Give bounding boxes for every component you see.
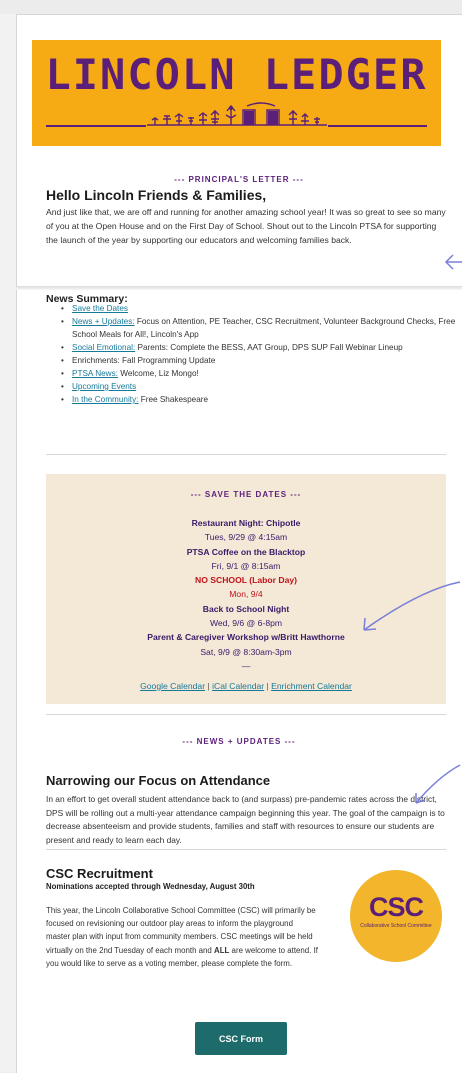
upcoming-events-link[interactable]: Upcoming Events	[72, 382, 136, 391]
greeting-heading: Hello Lincoln Friends & Families,	[46, 187, 267, 203]
divider	[46, 454, 446, 455]
google-calendar-link[interactable]: Google Calendar	[140, 681, 205, 691]
event-date: Mon, 9/4	[229, 589, 263, 600]
event-title: NO SCHOOL (Labor Day)	[194, 575, 298, 586]
list-item: News + Updates: Focus on Attention, PE T…	[61, 315, 462, 341]
save-the-dates-box: --- SAVE THE DATES --- Restaurant Night:…	[46, 474, 446, 704]
newsletter-banner: LINCOLN LEDGER	[32, 40, 441, 146]
principal-letter-heading: --- PRINCIPAL'S LETTER ---	[174, 175, 304, 184]
csc-logo: CSC Collaborative School Committee	[350, 870, 442, 962]
in-the-community-link[interactable]: In the Community:	[72, 395, 138, 404]
list-item: Social Emotional: Parents: Complete the …	[61, 341, 462, 354]
csc-recruitment-heading: CSC Recruitment	[46, 866, 153, 881]
csc-body: This year, the Lincoln Collaborative Sch…	[46, 906, 318, 968]
top-bar	[0, 0, 462, 14]
divider	[46, 714, 446, 715]
enrichment-calendar-link[interactable]: Enrichment Calendar	[271, 681, 352, 691]
list-item: PTSA News: Welcome, Liz Mongo!	[61, 367, 462, 380]
save-the-dates-heading: --- SAVE THE DATES ---	[190, 490, 302, 499]
principal-letter-body: And just like that, we are off and runni…	[46, 207, 446, 245]
event-date: Tues, 9/29 @ 4:15am	[204, 532, 288, 543]
banner-title: LINCOLN LEDGER	[45, 50, 428, 99]
list-item: Upcoming Events	[61, 380, 462, 393]
event-title: Restaurant Night: Chipotle	[191, 518, 301, 528]
event-title: Parent & Caregiver Workshop w/Britt Hawt…	[147, 632, 345, 643]
list-item: Enrichments: Fall Programming Update	[61, 354, 462, 367]
csc-nomination-deadline: Nominations accepted through Wednesday, …	[46, 882, 255, 891]
event-date: Fri, 9/1 @ 8:15am	[211, 560, 281, 571]
event-list: Restaurant Night: Chipotle Tues, 9/29 @ …	[46, 516, 446, 673]
event-date: Sat, 9/9 @ 8:30am-3pm	[200, 646, 292, 657]
garden-illustration	[147, 102, 327, 126]
csc-form-button[interactable]: CSC Form	[195, 1022, 287, 1055]
ptsa-news-link[interactable]: PTSA News:	[72, 369, 118, 378]
social-emotional-link[interactable]: Social Emotional:	[72, 343, 135, 352]
news-updates-link[interactable]: News + Updates:	[72, 317, 135, 326]
event-title: Back to School Night	[202, 603, 290, 614]
event-separator: —	[241, 660, 251, 671]
event-title: PTSA Coffee on the Blacktop	[186, 546, 306, 557]
calendar-links: Google Calendar | iCal Calendar | Enrich…	[140, 681, 352, 691]
section-divider	[16, 286, 462, 290]
banner-right-line	[328, 125, 427, 127]
news-updates-heading: --- NEWS + UPDATES ---	[182, 737, 296, 746]
divider	[46, 849, 446, 850]
attendance-body: In an effort to get overall student atte…	[46, 794, 445, 845]
left-gutter	[0, 14, 16, 1072]
event-date: Wed, 9/6 @ 6-8pm	[209, 618, 283, 629]
news-summary-list: Save the Dates News + Updates: Focus on …	[44, 302, 462, 406]
list-item: Save the Dates	[61, 302, 462, 315]
save-the-dates-link[interactable]: Save the Dates	[72, 304, 128, 313]
banner-left-line	[46, 125, 146, 127]
ical-calendar-link[interactable]: iCal Calendar	[212, 681, 264, 691]
list-item: In the Community: Free Shakespeare	[61, 393, 462, 406]
attendance-heading: Narrowing our Focus on Attendance	[46, 773, 271, 788]
